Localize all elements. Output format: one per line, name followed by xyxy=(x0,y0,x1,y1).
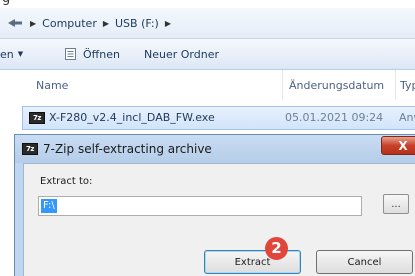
extract-path-value: F:\ xyxy=(41,199,57,213)
cancel-button[interactable]: Cancel xyxy=(316,250,413,274)
breadcrumb-chevron-icon[interactable]: ▶ xyxy=(165,19,171,28)
dialog-title: 7-Zip self-extracting archive xyxy=(43,142,212,156)
column-header-date[interactable]: Änderungsdatum xyxy=(282,70,384,100)
breadcrumb-computer[interactable]: Computer xyxy=(42,17,97,30)
close-button[interactable]: X xyxy=(381,136,415,155)
new-folder-label: Neuer Ordner xyxy=(144,47,219,61)
extract-to-label: Extract to: xyxy=(40,176,93,187)
dialog-titlebar[interactable]: 7z 7-Zip self-extracting archive X xyxy=(15,135,415,163)
breadcrumb-chevron-icon[interactable]: ▶ xyxy=(103,19,109,28)
extract-path-input[interactable]: F:\ xyxy=(38,196,362,216)
browse-label: ... xyxy=(391,198,401,210)
dropdown-caret-icon: ▼ xyxy=(17,50,24,58)
open-button[interactable]: Öffnen xyxy=(64,39,120,69)
dialog-body: Extract to: F:\ ... Extract Cancel xyxy=(23,163,415,276)
file-type: Anw xyxy=(399,111,415,124)
close-icon: X xyxy=(398,138,408,153)
new-folder-button[interactable]: Neuer Ordner xyxy=(144,39,219,69)
open-file-icon xyxy=(64,47,77,61)
organize-label: en xyxy=(0,47,14,61)
file-name: X-F280_v2.4_incl_DAB_FW.exe xyxy=(49,111,215,124)
window-caption-text: g xyxy=(2,0,10,6)
file-date: 05.01.2021 09:24 xyxy=(285,111,384,124)
column-name-label: Name xyxy=(36,78,69,92)
7zip-app-icon: 7z xyxy=(22,143,38,155)
step-number-badge: 2 xyxy=(265,237,288,260)
command-bar: en ▼ Öffnen Neuer Ordner xyxy=(0,39,415,70)
breadcrumb-chevron-icon[interactable]: ▶ xyxy=(30,19,36,28)
address-bar[interactable]: ▶ Computer ▶ USB (F:) ▶ xyxy=(0,8,415,39)
column-header-type[interactable]: Typ xyxy=(395,70,415,100)
file-row-selected[interactable]: 7z X-F280_v2.4_incl_DAB_FW.exe 05.01.202… xyxy=(22,106,415,130)
7zip-sfx-icon: 7z xyxy=(29,112,45,124)
back-arrow-icon[interactable] xyxy=(6,18,24,28)
column-date-label: Änderungsdatum xyxy=(289,78,385,92)
step-number: 2 xyxy=(271,239,282,257)
sfx-dialog: 7z 7-Zip self-extracting archive X Extra… xyxy=(14,134,415,276)
window-caption: g xyxy=(0,0,22,6)
open-label: Öffnen xyxy=(83,47,120,61)
column-type-label: Typ xyxy=(400,78,415,92)
breadcrumb-usb-drive[interactable]: USB (F:) xyxy=(115,17,159,30)
column-header-row: Name Änderungsdatum Typ xyxy=(0,70,415,100)
organize-menu-button[interactable]: en ▼ xyxy=(0,39,23,69)
column-header-name[interactable]: Name xyxy=(36,70,68,100)
extract-button-label: Extract xyxy=(234,256,271,268)
cancel-button-label: Cancel xyxy=(347,256,382,268)
browse-button[interactable]: ... xyxy=(383,194,409,214)
